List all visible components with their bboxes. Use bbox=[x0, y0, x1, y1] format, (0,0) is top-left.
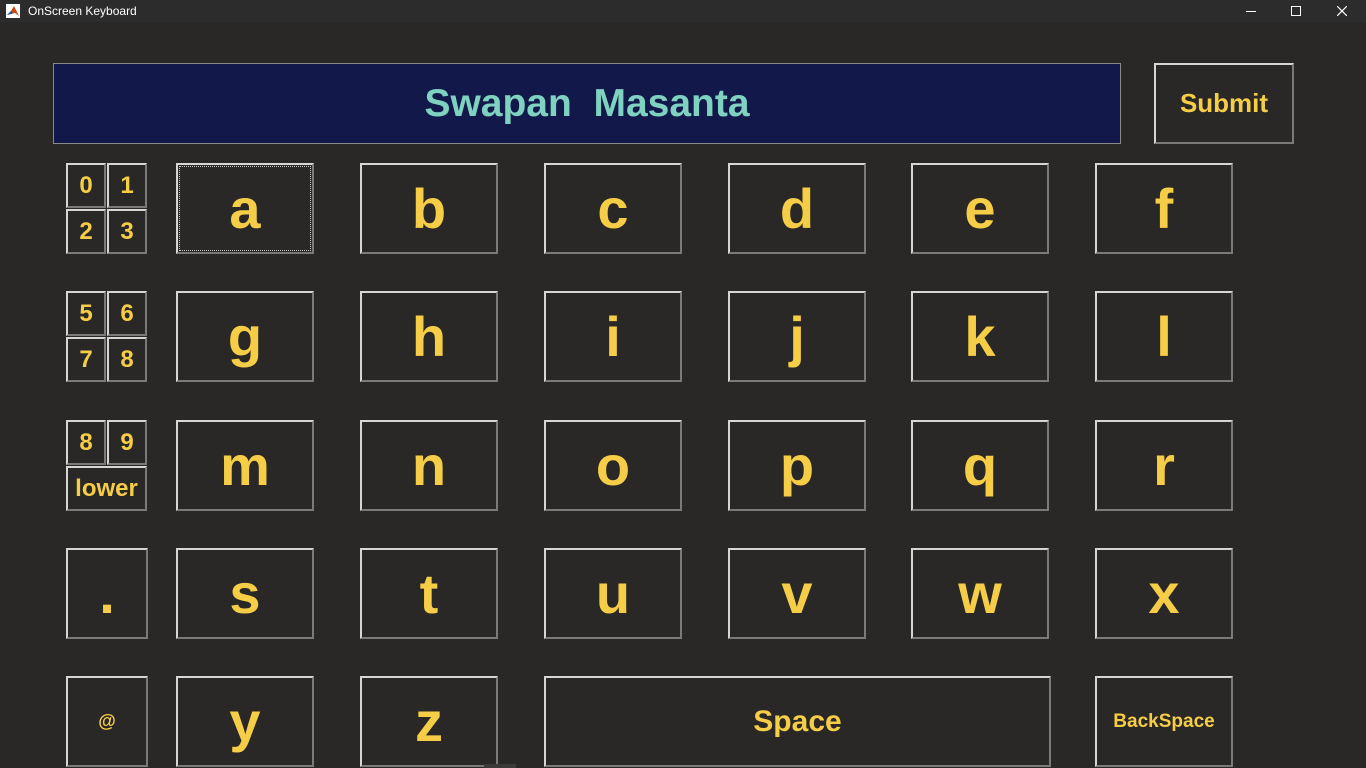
key-x[interactable]: x bbox=[1095, 548, 1233, 639]
key-o[interactable]: o bbox=[544, 420, 682, 511]
key-z[interactable]: z bbox=[360, 676, 498, 767]
key-0[interactable]: 0 bbox=[66, 163, 106, 208]
key-7[interactable]: 7 bbox=[66, 337, 106, 382]
key-2[interactable]: 2 bbox=[66, 209, 106, 254]
key-8[interactable]: 8 bbox=[107, 337, 147, 382]
backspace-button[interactable]: BackSpace bbox=[1095, 676, 1233, 767]
key-m[interactable]: m bbox=[176, 420, 314, 511]
key-t[interactable]: t bbox=[360, 548, 498, 639]
key-dot[interactable]: . bbox=[66, 548, 148, 639]
key-n[interactable]: n bbox=[360, 420, 498, 511]
key-f[interactable]: f bbox=[1095, 163, 1233, 254]
key-y[interactable]: y bbox=[176, 676, 314, 767]
key-w[interactable]: w bbox=[911, 548, 1049, 639]
key-u[interactable]: u bbox=[544, 548, 682, 639]
maximize-icon bbox=[1291, 6, 1301, 16]
key-j[interactable]: j bbox=[728, 291, 866, 382]
key-k[interactable]: k bbox=[911, 291, 1049, 382]
key-s[interactable]: s bbox=[176, 548, 314, 639]
key-3[interactable]: 3 bbox=[107, 209, 147, 254]
window-title: OnScreen Keyboard bbox=[28, 4, 137, 18]
key-b[interactable]: b bbox=[360, 163, 498, 254]
key-8b[interactable]: 8 bbox=[66, 420, 106, 465]
key-c[interactable]: c bbox=[544, 163, 682, 254]
key-a[interactable]: a bbox=[176, 163, 314, 254]
key-q[interactable]: q bbox=[911, 420, 1049, 511]
key-g[interactable]: g bbox=[176, 291, 314, 382]
key-at[interactable]: @ bbox=[66, 676, 148, 767]
key-1[interactable]: 1 bbox=[107, 163, 147, 208]
key-d[interactable]: d bbox=[728, 163, 866, 254]
key-l[interactable]: l bbox=[1095, 291, 1233, 382]
close-icon bbox=[1337, 6, 1347, 16]
text-display: Swapan Masanta bbox=[53, 63, 1121, 144]
key-5[interactable]: 5 bbox=[66, 291, 106, 336]
lower-case-button[interactable]: lower bbox=[66, 466, 147, 511]
scroll-indicator bbox=[484, 764, 516, 768]
key-9[interactable]: 9 bbox=[107, 420, 147, 465]
key-6[interactable]: 6 bbox=[107, 291, 147, 336]
submit-button[interactable]: Submit bbox=[1154, 63, 1294, 144]
key-e[interactable]: e bbox=[911, 163, 1049, 254]
matlab-icon bbox=[6, 4, 20, 18]
maximize-button[interactable] bbox=[1273, 0, 1319, 22]
key-h[interactable]: h bbox=[360, 291, 498, 382]
keyboard-panel: Swapan Masanta Submit 0 1 2 3 5 6 7 8 8 … bbox=[0, 26, 1366, 768]
close-button[interactable] bbox=[1319, 0, 1365, 22]
minimize-icon bbox=[1246, 11, 1256, 12]
key-p[interactable]: p bbox=[728, 420, 866, 511]
space-button[interactable]: Space bbox=[544, 676, 1051, 767]
key-v[interactable]: v bbox=[728, 548, 866, 639]
key-r[interactable]: r bbox=[1095, 420, 1233, 511]
minimize-button[interactable] bbox=[1228, 0, 1274, 22]
window-titlebar: OnScreen Keyboard bbox=[0, 0, 1366, 22]
key-i[interactable]: i bbox=[544, 291, 682, 382]
